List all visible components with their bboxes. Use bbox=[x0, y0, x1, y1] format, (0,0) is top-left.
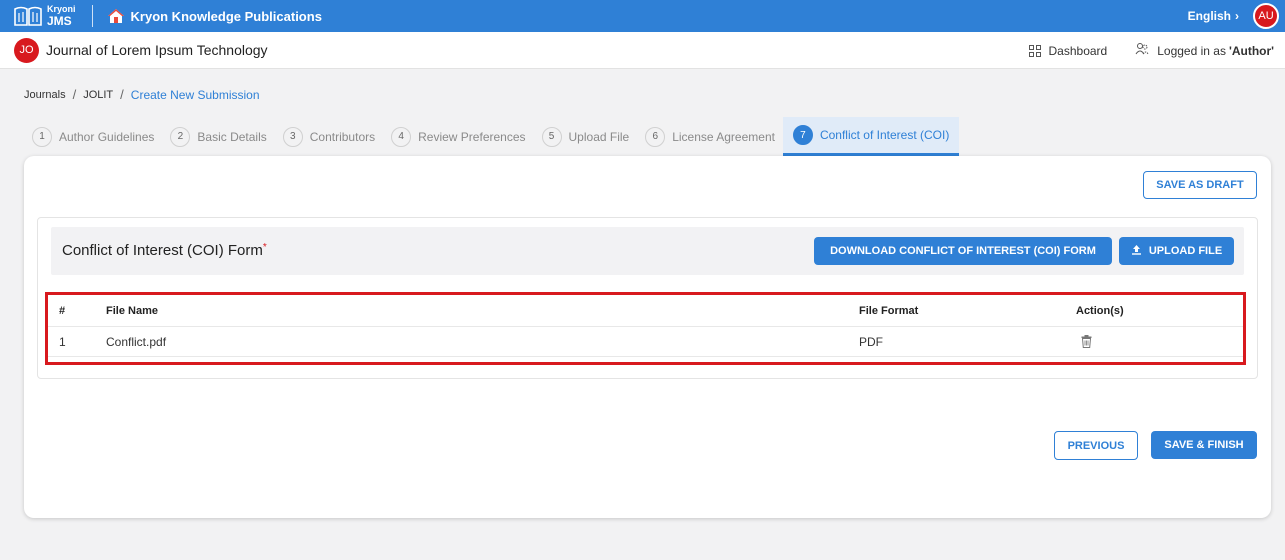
home-icon bbox=[107, 8, 125, 24]
breadcrumb-journals[interactable]: Journals bbox=[24, 89, 66, 101]
upload-icon bbox=[1131, 244, 1142, 258]
step-label: Basic Details bbox=[197, 129, 267, 144]
dashboard-link[interactable]: Dashboard bbox=[1028, 43, 1108, 58]
download-coi-form-button[interactable]: DOWNLOAD CONFLICT OF INTEREST (COI) FORM bbox=[814, 237, 1112, 265]
language-selector[interactable]: English › bbox=[1188, 9, 1239, 23]
divider bbox=[91, 5, 93, 27]
step-label: Upload File bbox=[568, 129, 630, 144]
upload-file-label: UPLOAD FILE bbox=[1148, 245, 1223, 257]
header-index: # bbox=[59, 304, 66, 317]
submission-steps: 1 Author Guidelines 2 Basic Details 3 Co… bbox=[24, 117, 960, 156]
header-file-format: File Format bbox=[859, 304, 919, 317]
book-logo-icon bbox=[13, 5, 43, 27]
journal-avatar: JO bbox=[14, 37, 39, 63]
header-actions: Action(s) bbox=[1076, 304, 1124, 317]
step-contributors[interactable]: 3 Contributors bbox=[275, 117, 383, 156]
row-file-name: Conflict.pdf bbox=[106, 334, 167, 349]
step-number: 6 bbox=[645, 126, 666, 147]
breadcrumb-separator: / bbox=[120, 87, 124, 102]
publisher-name: Kryon Knowledge Publications bbox=[130, 8, 322, 24]
publisher-link[interactable]: Kryon Knowledge Publications bbox=[107, 8, 322, 24]
grid-icon bbox=[1028, 44, 1041, 57]
breadcrumb-jolit[interactable]: JOLIT bbox=[83, 89, 113, 101]
row-index: 1 bbox=[59, 334, 66, 349]
breadcrumb: Journals / JOLIT / Create New Submission bbox=[24, 87, 260, 102]
row-file-format: PDF bbox=[859, 334, 883, 349]
previous-button[interactable]: PREVIOUS bbox=[1054, 431, 1138, 460]
header-file-name: File Name bbox=[106, 304, 158, 317]
app-logo[interactable]: Kryoni JMS bbox=[13, 5, 76, 27]
logged-in-role: 'Author' bbox=[1228, 43, 1274, 58]
top-navbar: Kryoni JMS Kryon Knowledge Publications … bbox=[0, 0, 1285, 32]
step-number: 3 bbox=[282, 126, 303, 147]
logged-in-info[interactable]: Logged in as 'Author' bbox=[1135, 42, 1274, 59]
step-number: 5 bbox=[541, 126, 562, 147]
table-header: # File Name File Format Action(s) bbox=[48, 295, 1243, 327]
step-number: 2 bbox=[170, 126, 191, 147]
breadcrumb-separator: / bbox=[72, 87, 77, 102]
table-row: 1 Conflict.pdf PDF bbox=[48, 327, 1243, 357]
user-avatar[interactable]: AU bbox=[1253, 3, 1279, 29]
chevron-right-icon: › bbox=[1235, 9, 1239, 23]
dashboard-label: Dashboard bbox=[1048, 43, 1108, 58]
logo-line1: Kryoni bbox=[47, 4, 76, 14]
coi-header: Conflict of Interest (COI) Form* DOWNLOA… bbox=[51, 227, 1244, 275]
step-number: 4 bbox=[391, 126, 412, 147]
journal-title: Journal of Lorem Ipsum Technology bbox=[46, 42, 268, 58]
step-label: License Agreement bbox=[672, 129, 775, 144]
submission-card: SAVE AS DRAFT Conflict of Interest (COI)… bbox=[24, 156, 1271, 518]
coi-form-title: Conflict of Interest (COI) Form* bbox=[62, 242, 267, 259]
step-label: Conflict of Interest (COI) bbox=[819, 128, 950, 142]
save-as-draft-button[interactable]: SAVE AS DRAFT bbox=[1143, 171, 1257, 199]
coi-title-text: Conflict of Interest (COI) Form bbox=[62, 242, 263, 259]
step-upload-file[interactable]: 5 Upload File bbox=[534, 117, 638, 156]
upload-file-button[interactable]: UPLOAD FILE bbox=[1119, 237, 1234, 265]
step-label: Contributors bbox=[309, 129, 376, 144]
step-number: 1 bbox=[32, 126, 52, 147]
step-review-preferences[interactable]: 4 Review Preferences bbox=[383, 117, 533, 156]
journal-bar: JO Journal of Lorem Ipsum Technology Das… bbox=[0, 32, 1285, 69]
step-label: Review Preferences bbox=[418, 129, 526, 144]
step-conflict-of-interest[interactable]: 7 Conflict of Interest (COI) bbox=[782, 117, 960, 156]
logged-in-prefix: Logged in as bbox=[1157, 43, 1226, 58]
trash-icon[interactable] bbox=[1081, 327, 1092, 356]
breadcrumb-current[interactable]: Create New Submission bbox=[131, 88, 260, 102]
language-label: English bbox=[1187, 9, 1231, 23]
save-and-finish-button[interactable]: SAVE & FINISH bbox=[1151, 431, 1257, 459]
coi-section: Conflict of Interest (COI) Form* DOWNLOA… bbox=[37, 217, 1258, 379]
step-number: 7 bbox=[792, 125, 813, 145]
files-table: # File Name File Format Action(s) 1 Conf… bbox=[45, 292, 1246, 365]
step-label: Author Guidelines bbox=[59, 129, 155, 144]
step-author-guidelines[interactable]: 1 Author Guidelines bbox=[24, 117, 162, 156]
step-basic-details[interactable]: 2 Basic Details bbox=[162, 117, 274, 156]
step-license-agreement[interactable]: 6 License Agreement bbox=[637, 117, 783, 156]
required-mark: * bbox=[262, 242, 267, 253]
users-icon bbox=[1135, 42, 1149, 59]
logo-line2: JMS bbox=[47, 14, 72, 28]
